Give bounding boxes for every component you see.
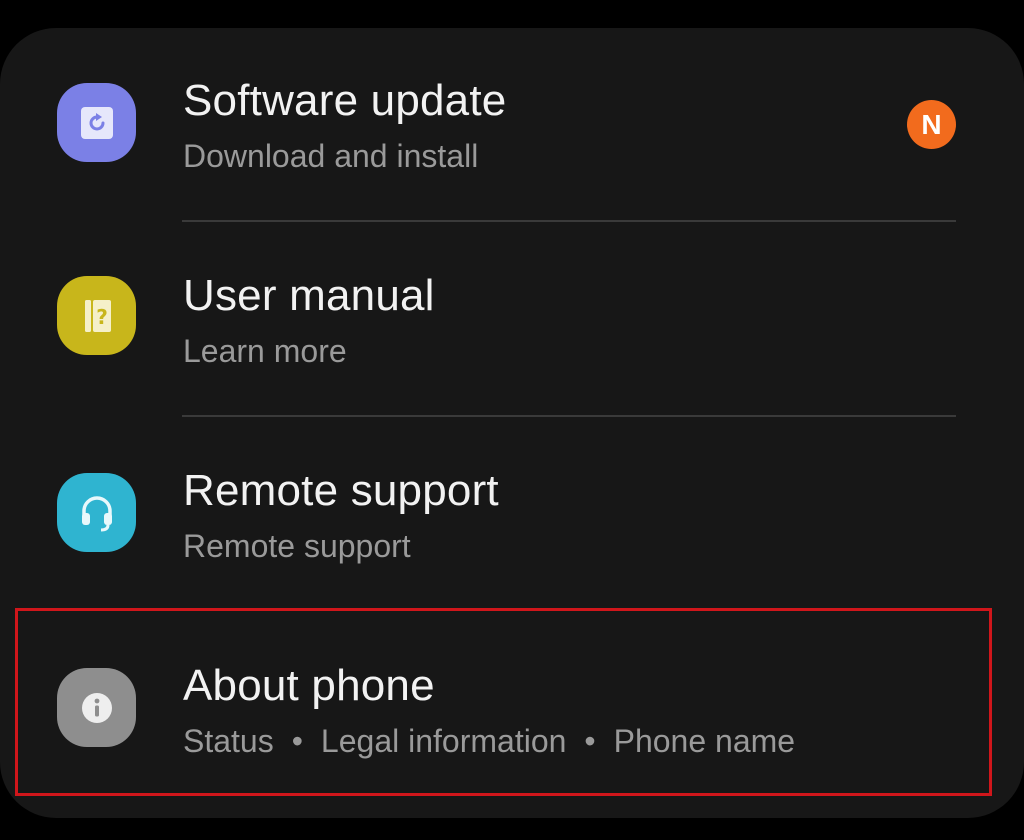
settings-panel: Software update Download and install N ?… (0, 28, 1024, 818)
remote-support-subtitle: Remote support (183, 528, 411, 564)
software-update-item[interactable]: Software update Download and install N (0, 28, 1024, 222)
new-badge: N (907, 100, 956, 149)
status-link: Status (183, 723, 274, 759)
about-phone-subtitle: Status • Legal information • Phone name (183, 723, 795, 760)
user-manual-title: User manual (183, 271, 435, 320)
legal-information-link: Legal information (320, 723, 567, 759)
info-icon (57, 668, 136, 747)
about-phone-title: About phone (183, 661, 435, 710)
phone-name-link: Phone name (613, 723, 796, 759)
remote-support-item[interactable]: Remote support Remote support (0, 417, 1024, 611)
about-phone-item[interactable]: About phone Status • Legal information • Pho… (0, 612, 1024, 806)
headset-icon (57, 473, 136, 552)
separator-dot: • (584, 723, 596, 759)
software-update-title: Software update (183, 76, 507, 125)
remote-support-title: Remote support (183, 466, 499, 515)
svg-text:?: ? (96, 305, 108, 329)
user-manual-subtitle: Learn more (183, 333, 347, 369)
software-update-icon (57, 83, 136, 162)
user-manual-item[interactable]: ? User manual Learn more (0, 222, 1024, 416)
software-update-subtitle: Download and install (183, 138, 479, 174)
separator-dot: • (291, 723, 303, 759)
user-manual-icon: ? (57, 276, 136, 355)
